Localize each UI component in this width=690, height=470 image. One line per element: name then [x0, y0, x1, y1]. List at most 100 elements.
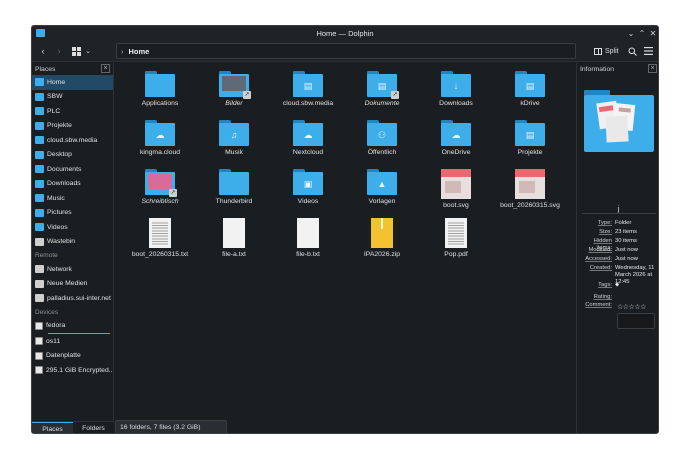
remote-item-network[interactable]: Network: [32, 262, 113, 277]
info-row-size: Size: 23 items: [579, 229, 658, 236]
hamburger-menu-icon[interactable]: [642, 44, 654, 58]
close-panel-icon[interactable]: ×: [101, 64, 110, 73]
tag-icon[interactable]: ⬥: [615, 282, 619, 289]
device-item-label: Datenplatte: [46, 352, 81, 360]
file-item-cloud-sbw-media[interactable]: ▤ cloud.sbw.media: [271, 71, 345, 107]
device-item-label: 295.1 GiB Encrypted...: [46, 366, 113, 374]
file-item-label: file-b.txt: [296, 251, 320, 258]
places-item-label: Music: [47, 194, 65, 202]
file-item-label: Schreibtisch: [141, 198, 179, 205]
device-item-fedora[interactable]: fedora: [32, 319, 113, 334]
places-item-wastebin[interactable]: Wastebin: [32, 235, 113, 250]
file-item-downloads[interactable]: ↓ Downloads: [419, 71, 493, 107]
comment-field[interactable]: [617, 313, 655, 329]
places-item-desktop[interactable]: Desktop: [32, 148, 113, 163]
file-item-bilder[interactable]: ↗ Bilder: [197, 71, 271, 107]
places-item-sbw[interactable]: SBW: [32, 90, 113, 105]
folder-thumbnail: [148, 174, 172, 189]
file-item-dokumente[interactable]: ▤ ↗ Dokumente: [345, 71, 419, 107]
file-item-boot-20260315-txt[interactable]: boot_20260315.txt: [123, 218, 197, 258]
file-item-label: Nextcloud: [292, 149, 324, 156]
split-button[interactable]: Split: [594, 44, 619, 58]
file-item-ffentlich[interactable]: ⚇ Öffentlich: [345, 120, 419, 156]
file-item-vorlagen[interactable]: ▲ Vorlagen: [345, 169, 419, 205]
info-file-name: j: [617, 206, 620, 213]
tab-folders[interactable]: Folders: [73, 422, 114, 433]
folder-emblem-icon: ▤: [525, 81, 535, 91]
toolbar: ‹ › ⌄ › Home Split: [32, 40, 658, 62]
file-item-thunderbird[interactable]: Thunderbird: [197, 169, 271, 205]
title-bar: Home — Dolphin ⌄ ⌃ ✕: [32, 26, 658, 40]
folder-emblem-icon: ▤: [303, 81, 313, 91]
file-item-boot-20260315-svg[interactable]: boot_20260315.svg: [493, 169, 567, 209]
remote-item-palladius-sui-inter-net[interactable]: palladius.sui-inter.net: [32, 291, 113, 306]
remote-item-neue-medien[interactable]: Neue Medien: [32, 277, 113, 292]
places-item-label: Wastebin: [47, 238, 76, 246]
file-item-kdrive[interactable]: ▤ kDrive: [493, 71, 567, 107]
tab-places[interactable]: Places: [32, 422, 73, 433]
places-panel: Places × Home SBW PLC Projekte cloud.sbw.med…: [32, 63, 114, 421]
folder-icon: [35, 107, 44, 116]
folder-icon: ▣: [293, 169, 323, 195]
breadcrumb-home[interactable]: Home: [129, 47, 150, 56]
file-item-pop-pdf[interactable]: Pop.pdf: [419, 218, 493, 258]
view-mode-icon[interactable]: [70, 44, 82, 58]
folder-icon: ▲: [367, 169, 397, 195]
file-item-file-b-txt[interactable]: file-b.txt: [271, 218, 345, 258]
folder-icon: [35, 92, 44, 101]
drive-icon: [35, 321, 43, 330]
info-key: Modified:: [588, 247, 612, 253]
information-panel: Information × j Type: Folder Size: 23 items…: [576, 63, 658, 433]
file-view[interactable]: Applications ↗ Bilder ▤ cloud.sbw.media ▤ ↗ Dok…: [115, 63, 575, 433]
file-item-kingma-cloud[interactable]: ☁ kingma.cloud: [123, 120, 197, 156]
information-header: Information ×: [577, 63, 658, 75]
file-item-onedrive[interactable]: ☁ OneDrive: [419, 120, 493, 156]
info-key: Size:: [599, 229, 612, 235]
close-info-icon[interactable]: ×: [648, 64, 657, 73]
places-item-pictures[interactable]: Pictures: [32, 206, 113, 221]
places-item-home[interactable]: Home: [32, 75, 113, 90]
text-document-icon: [445, 218, 467, 248]
folder-body: [145, 74, 175, 97]
places-item-documents[interactable]: Documents: [32, 162, 113, 177]
places-item-plc[interactable]: PLC: [32, 104, 113, 119]
search-icon[interactable]: [626, 44, 638, 58]
file-item-label: Projekte: [517, 149, 543, 156]
places-item-label: PLC: [47, 107, 61, 115]
folder-emblem-icon: ☁: [451, 130, 461, 140]
file-item-label: Applications: [141, 100, 179, 107]
places-item-label: Videos: [47, 223, 68, 231]
places-item-projekte[interactable]: Projekte: [32, 119, 113, 134]
file-item-boot-svg[interactable]: boot.svg: [419, 169, 493, 209]
places-item-music[interactable]: Music: [32, 191, 113, 206]
device-item-os11[interactable]: os11: [32, 334, 113, 349]
file-item-label: Pop.pdf: [444, 251, 468, 258]
file-item-videos[interactable]: ▣ Videos: [271, 169, 345, 205]
info-key: Type:: [597, 220, 612, 226]
view-mode-dropdown-icon[interactable]: ⌄: [84, 44, 92, 58]
places-item-downloads[interactable]: Downloads: [32, 177, 113, 192]
close-icon[interactable]: ✕: [647, 27, 658, 39]
text-document-icon: [149, 218, 171, 248]
folder-emblem-icon: ▲: [377, 179, 387, 189]
breadcrumb[interactable]: › Home: [116, 43, 576, 59]
file-item-label: Thunderbird: [215, 198, 253, 205]
file-item-label: file-a.txt: [222, 251, 246, 258]
file-item-nextcloud[interactable]: ☁ Nextcloud: [271, 120, 345, 156]
device-item-datenplatte[interactable]: Datenplatte: [32, 349, 113, 364]
back-icon[interactable]: ‹: [38, 44, 48, 58]
home-icon: [35, 78, 44, 87]
places-item-cloud-sbw-media[interactable]: cloud.sbw.media: [32, 133, 113, 148]
file-item-projekte[interactable]: ▤ Projekte: [493, 120, 567, 156]
status-text: 16 folders, 7 files (3.2 GiB): [120, 423, 201, 431]
file-item-musik[interactable]: ♫ Musik: [197, 120, 271, 156]
forward-icon[interactable]: ›: [54, 44, 64, 58]
dolphin-app-icon: [36, 29, 45, 37]
file-item-ipa2026-zip[interactable]: IPA2026.zip: [345, 218, 419, 258]
file-item-applications[interactable]: Applications: [123, 71, 197, 107]
places-item-videos[interactable]: Videos: [32, 220, 113, 235]
file-item-label: Videos: [297, 198, 319, 205]
file-item-file-a-txt[interactable]: file-a.txt: [197, 218, 271, 258]
file-item-schreibtisch[interactable]: ↗ Schreibtisch: [123, 169, 197, 205]
device-item-295-1-gib-encrypted[interactable]: 295.1 GiB Encrypted...: [32, 363, 113, 378]
